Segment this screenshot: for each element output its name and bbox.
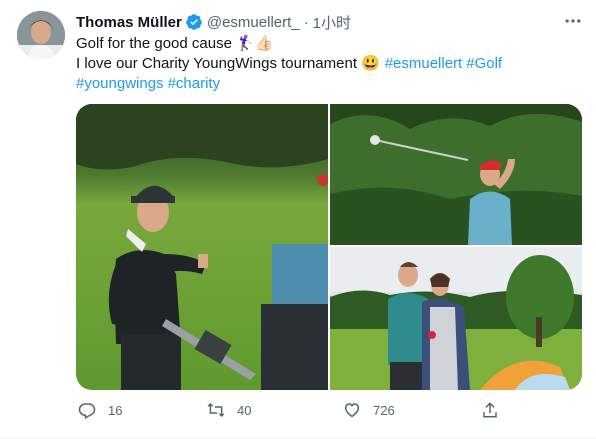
hashtag-esmuellert[interactable]: #esmuellert	[385, 54, 463, 74]
tweet-text: Golf for the good cause 🏌️‍♀️👍🏻 I love o…	[76, 34, 576, 94]
like-count: 726	[373, 402, 395, 418]
share-button[interactable]	[481, 394, 499, 426]
hashtag-golf[interactable]: #Golf	[466, 54, 502, 74]
smiley-emoji: 😃	[361, 55, 380, 72]
avatar-photo	[17, 11, 65, 59]
heart-icon	[344, 403, 360, 418]
share-icon	[483, 402, 497, 418]
tweet-line-2: I love our Charity YoungWings tournament…	[76, 54, 576, 74]
separator-dot: ·	[303, 13, 309, 31]
photo-golfer-course[interactable]	[76, 104, 328, 390]
like-button[interactable]: 726	[343, 394, 395, 426]
tweet-line-1: Golf for the good cause 🏌️‍♀️👍🏻	[76, 34, 576, 54]
retweet-icon	[207, 402, 225, 418]
tweet-text-line1: Golf for the good cause	[76, 35, 232, 52]
reply-button[interactable]: 16	[78, 394, 122, 426]
tweet-line-3: #youngwings #charity	[76, 74, 576, 94]
reply-icon	[78, 403, 96, 419]
photo-golf-swing[interactable]	[330, 104, 582, 245]
author-handle[interactable]: @esmuellert_	[207, 14, 300, 31]
tweet-timestamp[interactable]: 1小时	[313, 12, 351, 33]
golfer-thumbs-emoji: 🏌️‍♀️👍🏻	[235, 35, 274, 52]
hashtag-charity[interactable]: #charity	[168, 74, 221, 94]
avatar[interactable]	[17, 11, 65, 59]
tweet-actions: 16 40 726	[76, 394, 506, 426]
photo-charity-pair[interactable]	[330, 247, 582, 390]
hashtag-youngwings[interactable]: #youngwings	[76, 74, 164, 94]
author-name[interactable]: Thomas Müller	[76, 14, 182, 31]
more-options-icon[interactable]	[563, 11, 583, 31]
retweet-count: 40	[237, 402, 252, 418]
media-grid	[76, 104, 582, 390]
verified-badge-icon	[185, 14, 202, 30]
tweet-text-line2: I love our Charity YoungWings tournament	[76, 55, 357, 72]
tweet-header: Thomas Müller @esmuellert_ · 1小时	[76, 12, 351, 32]
reply-count: 16	[108, 402, 123, 418]
retweet-button[interactable]: 40	[207, 394, 251, 426]
